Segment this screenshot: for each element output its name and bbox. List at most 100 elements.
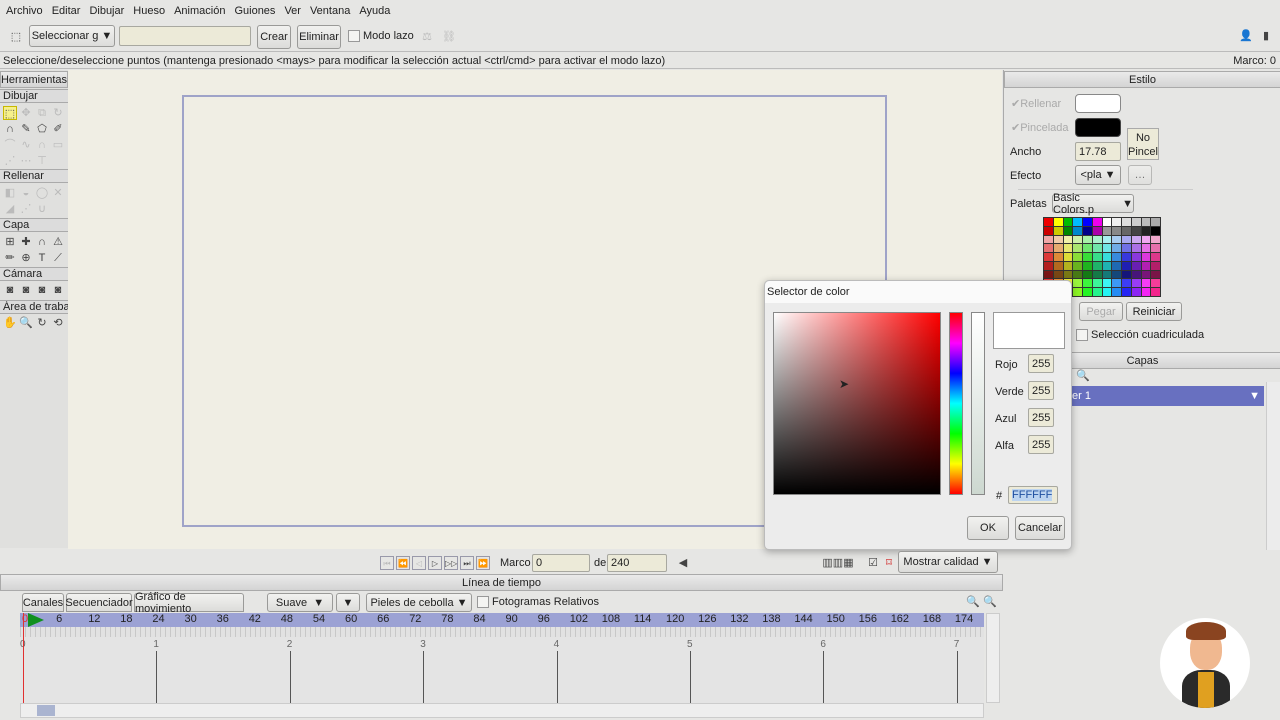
palette-swatch[interactable] <box>1044 244 1053 253</box>
user-icon[interactable]: 👤 <box>1239 29 1253 43</box>
palette-swatch[interactable] <box>1053 226 1063 235</box>
palette-swatch[interactable] <box>1102 235 1112 244</box>
time-track[interactable]: 01234567 <box>20 637 984 703</box>
palette-swatch[interactable] <box>1141 288 1151 296</box>
ok-button[interactable]: OK <box>967 516 1009 540</box>
reset-view-icon[interactable]: ⟲ <box>51 316 65 330</box>
palette-swatch[interactable] <box>1092 218 1102 226</box>
menu-item[interactable]: Hueso <box>133 5 165 17</box>
palette-swatch[interactable] <box>1151 279 1160 288</box>
tab-channels[interactable]: Canales <box>22 593 64 612</box>
menu-item[interactable]: Guiones <box>234 5 275 17</box>
spline-icon[interactable]: ✐ <box>51 122 65 136</box>
palette-swatch[interactable] <box>1151 288 1160 296</box>
seek-begin-icon[interactable]: ⏮ <box>380 556 394 570</box>
palette-swatch[interactable] <box>1073 253 1082 261</box>
palette-swatch[interactable] <box>1063 253 1073 261</box>
palette-swatch[interactable] <box>1112 244 1121 253</box>
layer-row[interactable]: er 1 ▼ <box>1064 386 1264 406</box>
palette-swatch[interactable] <box>1122 261 1131 270</box>
palette-swatch[interactable] <box>1044 235 1053 244</box>
palette-swatch[interactable] <box>1102 244 1112 253</box>
add-icon[interactable]: ✚ <box>19 235 33 249</box>
hand-icon[interactable]: ✋ <box>3 316 17 330</box>
rotate-icon[interactable]: ↻ <box>51 106 65 120</box>
create-button[interactable]: Crear <box>257 25 291 49</box>
name-input[interactable] <box>119 26 251 46</box>
palette-swatch[interactable] <box>1044 261 1053 270</box>
bounds-icon[interactable]: ⌑ <box>882 556 896 570</box>
palette-swatch[interactable] <box>1073 279 1082 288</box>
palette-swatch[interactable] <box>1073 218 1082 226</box>
palette-swatch[interactable] <box>1102 253 1112 261</box>
bline-icon[interactable]: ∩ <box>3 122 17 136</box>
eyedrop-icon[interactable]: ◢ <box>3 202 17 216</box>
layers-scrollbar[interactable] <box>1266 382 1280 550</box>
palette-swatch[interactable] <box>1112 270 1121 279</box>
grid-selection-checkbox[interactable]: Selección cuadriculada <box>1076 329 1204 342</box>
width-icon[interactable]: ∩ <box>35 138 49 152</box>
palette-swatch[interactable] <box>1131 288 1141 296</box>
palette-swatch[interactable] <box>1083 244 1092 253</box>
delete-button[interactable]: Eliminar <box>297 25 341 49</box>
palette-swatch[interactable] <box>1092 244 1102 253</box>
palette-swatch[interactable] <box>1131 253 1141 261</box>
playback-buttons[interactable]: ⏮ ⏪ ◁ ▷ ▷▷ ⏭ ⏩ <box>380 556 490 570</box>
palette-swatch[interactable] <box>1131 261 1141 270</box>
star-icon[interactable]: ⋯ <box>19 154 33 168</box>
palette-swatch[interactable] <box>1131 270 1141 279</box>
palette-swatch[interactable] <box>1102 261 1112 270</box>
interpolation-dropdown[interactable]: Suave ▼ <box>267 593 333 612</box>
stroke-color-swatch[interactable] <box>1075 118 1121 137</box>
palette-swatch[interactable] <box>1112 218 1121 226</box>
palette-swatch[interactable] <box>1112 261 1121 270</box>
palette-swatch[interactable] <box>1151 253 1160 261</box>
palette-swatch[interactable] <box>1053 218 1063 226</box>
red-input[interactable]: 255 <box>1028 354 1054 373</box>
palette-swatch[interactable] <box>1073 226 1082 235</box>
time-cursor[interactable] <box>23 613 24 703</box>
horizontal-scrollbar[interactable] <box>20 703 984 718</box>
cancel-button[interactable]: Cancelar <box>1015 516 1065 540</box>
menu-item[interactable]: Archivo <box>6 5 43 17</box>
play-marker-icon[interactable] <box>28 613 44 627</box>
cutout-icon[interactable]: ⋰ <box>3 154 17 168</box>
transform-tool-icon[interactable]: ⬚ <box>3 106 17 120</box>
palette-swatch[interactable] <box>1122 253 1131 261</box>
pen-icon[interactable]: ✎ <box>19 122 33 136</box>
menu-item[interactable]: Ventana <box>310 5 350 17</box>
palette-swatch[interactable] <box>1083 253 1092 261</box>
palette-swatch[interactable] <box>1151 226 1160 235</box>
next-frame-icon[interactable]: ▷▷ <box>444 556 458 570</box>
palette-swatch[interactable] <box>1141 235 1151 244</box>
hex-input[interactable]: FFFFFF <box>1008 486 1058 504</box>
palette-swatch[interactable] <box>1083 279 1092 288</box>
text-dis-icon[interactable]: ⊤ <box>35 154 49 168</box>
region-icon[interactable]: ⋰ <box>19 202 33 216</box>
bone-icon[interactable]: ⚖ <box>420 30 434 44</box>
palette-swatch[interactable] <box>1073 235 1082 244</box>
palette-swatch[interactable] <box>1141 279 1151 288</box>
palette-swatch[interactable] <box>1131 235 1141 244</box>
no-brush-button[interactable]: No Pincel <box>1127 128 1159 160</box>
palette-swatch[interactable] <box>1122 288 1131 296</box>
palette-swatch[interactable] <box>1151 261 1160 270</box>
palette-swatch[interactable] <box>1083 218 1092 226</box>
palette-swatch[interactable] <box>1131 244 1141 253</box>
palette-swatch[interactable] <box>1053 261 1063 270</box>
polygon-icon[interactable]: ⬠ <box>35 122 49 136</box>
frame-ruler[interactable]: 0 6 12 18 24 30 36 42 48 54 60 66 72 78 84 90 96 102 108 11… <box>20 613 984 627</box>
fill-bucket-icon[interactable]: ◒ <box>19 186 33 200</box>
palette-swatch[interactable] <box>1102 288 1112 296</box>
palette-swatch[interactable] <box>1131 279 1141 288</box>
menu-item[interactable]: Dibujar <box>89 5 124 17</box>
lasso-mode-checkbox[interactable]: Modo lazo <box>348 30 414 43</box>
palette-swatch[interactable] <box>1141 270 1151 279</box>
shape-icon[interactable]: ▭ <box>51 138 65 152</box>
palette-swatch[interactable] <box>1063 244 1073 253</box>
palette-swatch[interactable] <box>1092 288 1102 296</box>
brush-icon[interactable]: ✏ <box>3 251 17 265</box>
reset-button[interactable]: Reiniciar <box>1126 302 1182 321</box>
curve-icon[interactable]: ∩ <box>35 235 49 249</box>
interp-extra-dropdown[interactable]: ▼ <box>336 593 360 612</box>
